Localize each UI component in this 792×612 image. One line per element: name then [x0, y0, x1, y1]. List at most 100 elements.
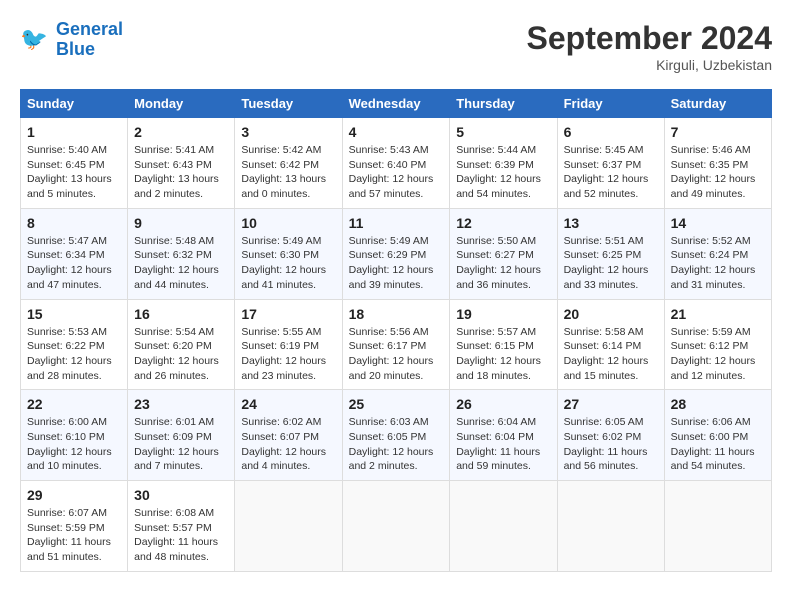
day-detail: Sunrise: 5:52 AM Sunset: 6:24 PM Dayligh… — [671, 234, 765, 293]
day-detail: Sunrise: 6:00 AM Sunset: 6:10 PM Dayligh… — [27, 415, 121, 474]
table-cell: 4 Sunrise: 5:43 AM Sunset: 6:40 PM Daylig… — [342, 118, 450, 209]
day-number: 16 — [134, 306, 228, 322]
day-number: 10 — [241, 215, 335, 231]
day-detail: Sunrise: 6:03 AM Sunset: 6:05 PM Dayligh… — [349, 415, 444, 474]
col-wednesday: Wednesday — [342, 90, 450, 118]
logo: 🐦 General Blue — [20, 20, 123, 60]
day-number: 19 — [456, 306, 550, 322]
day-detail: Sunrise: 5:45 AM Sunset: 6:37 PM Dayligh… — [564, 143, 658, 202]
day-detail: Sunrise: 5:40 AM Sunset: 6:45 PM Dayligh… — [27, 143, 121, 202]
day-number: 6 — [564, 124, 658, 140]
location-subtitle: Kirguli, Uzbekistan — [527, 57, 772, 73]
day-number: 5 — [456, 124, 550, 140]
day-number: 15 — [27, 306, 121, 322]
day-number: 12 — [456, 215, 550, 231]
table-cell — [342, 481, 450, 572]
table-cell: 14Sunrise: 5:52 AM Sunset: 6:24 PM Dayli… — [664, 208, 771, 299]
week-row-4: 22Sunrise: 6:00 AM Sunset: 6:10 PM Dayli… — [21, 390, 772, 481]
day-detail: Sunrise: 5:59 AM Sunset: 6:12 PM Dayligh… — [671, 325, 765, 384]
day-detail: Sunrise: 6:02 AM Sunset: 6:07 PM Dayligh… — [241, 415, 335, 474]
logo-icon: 🐦 — [20, 24, 52, 56]
day-number: 1 — [27, 124, 121, 140]
day-detail: Sunrise: 5:47 AM Sunset: 6:34 PM Dayligh… — [27, 234, 121, 293]
day-number: 2 — [134, 124, 228, 140]
week-row-5: 29Sunrise: 6:07 AM Sunset: 5:59 PM Dayli… — [21, 481, 772, 572]
day-number: 27 — [564, 396, 658, 412]
day-number: 29 — [27, 487, 121, 503]
table-cell: 25 Sunrise: 6:03 AM Sunset: 6:05 PM Dayli… — [342, 390, 450, 481]
day-detail: Sunrise: 5:48 AM Sunset: 6:32 PM Dayligh… — [134, 234, 228, 293]
table-cell: 21 Sunrise: 5:59 AM Sunset: 6:12 PM Dayli… — [664, 299, 771, 390]
table-cell: 13Sunrise: 5:51 AM Sunset: 6:25 PM Dayli… — [557, 208, 664, 299]
day-detail: Sunrise: 5:54 AM Sunset: 6:20 PM Dayligh… — [134, 325, 228, 384]
table-cell: 24 Sunrise: 6:02 AM Sunset: 6:07 PM Dayli… — [235, 390, 342, 481]
day-number: 20 — [564, 306, 658, 322]
day-detail: Sunrise: 6:04 AM Sunset: 6:04 PM Dayligh… — [456, 415, 550, 474]
day-detail: Sunrise: 5:53 AM Sunset: 6:22 PM Dayligh… — [27, 325, 121, 384]
day-detail: Sunrise: 6:05 AM Sunset: 6:02 PM Dayligh… — [564, 415, 658, 474]
table-cell: 11 Sunrise: 5:49 AM Sunset: 6:29 PM Dayli… — [342, 208, 450, 299]
col-tuesday: Tuesday — [235, 90, 342, 118]
day-number: 26 — [456, 396, 550, 412]
table-cell: 1 Sunrise: 5:40 AM Sunset: 6:45 PM Daylig… — [21, 118, 128, 209]
week-row-3: 15 Sunrise: 5:53 AM Sunset: 6:22 PM Dayli… — [21, 299, 772, 390]
col-sunday: Sunday — [21, 90, 128, 118]
table-cell — [557, 481, 664, 572]
day-number: 23 — [134, 396, 228, 412]
day-number: 11 — [349, 215, 444, 231]
table-cell: 18Sunrise: 5:56 AM Sunset: 6:17 PM Dayli… — [342, 299, 450, 390]
day-number: 4 — [349, 124, 444, 140]
day-detail: Sunrise: 5:44 AM Sunset: 6:39 PM Dayligh… — [456, 143, 550, 202]
calendar-body: 1 Sunrise: 5:40 AM Sunset: 6:45 PM Daylig… — [21, 118, 772, 572]
calendar-table: Sunday Monday Tuesday Wednesday Thursday… — [20, 89, 772, 572]
col-friday: Friday — [557, 90, 664, 118]
day-detail: Sunrise: 5:46 AM Sunset: 6:35 PM Dayligh… — [671, 143, 765, 202]
month-title: September 2024 — [527, 20, 772, 57]
table-cell — [450, 481, 557, 572]
table-cell: 23Sunrise: 6:01 AM Sunset: 6:09 PM Dayli… — [128, 390, 235, 481]
table-cell: 17Sunrise: 5:55 AM Sunset: 6:19 PM Dayli… — [235, 299, 342, 390]
day-detail: Sunrise: 5:49 AM Sunset: 6:29 PM Dayligh… — [349, 234, 444, 293]
day-number: 30 — [134, 487, 228, 503]
calendar-header-row: Sunday Monday Tuesday Wednesday Thursday… — [21, 90, 772, 118]
table-cell: 15 Sunrise: 5:53 AM Sunset: 6:22 PM Dayli… — [21, 299, 128, 390]
table-cell: 2 Sunrise: 5:41 AM Sunset: 6:43 PM Daylig… — [128, 118, 235, 209]
day-number: 13 — [564, 215, 658, 231]
table-cell: 9 Sunrise: 5:48 AM Sunset: 6:32 PM Daylig… — [128, 208, 235, 299]
table-cell — [235, 481, 342, 572]
day-detail: Sunrise: 5:57 AM Sunset: 6:15 PM Dayligh… — [456, 325, 550, 384]
day-number: 21 — [671, 306, 765, 322]
day-detail: Sunrise: 5:42 AM Sunset: 6:42 PM Dayligh… — [241, 143, 335, 202]
table-cell: 3 Sunrise: 5:42 AM Sunset: 6:42 PM Daylig… — [235, 118, 342, 209]
day-number: 3 — [241, 124, 335, 140]
table-cell: 8 Sunrise: 5:47 AM Sunset: 6:34 PM Daylig… — [21, 208, 128, 299]
day-detail: Sunrise: 5:43 AM Sunset: 6:40 PM Dayligh… — [349, 143, 444, 202]
col-monday: Monday — [128, 90, 235, 118]
day-number: 8 — [27, 215, 121, 231]
day-number: 18 — [349, 306, 444, 322]
svg-text:🐦: 🐦 — [20, 26, 48, 51]
table-cell: 19 Sunrise: 5:57 AM Sunset: 6:15 PM Dayli… — [450, 299, 557, 390]
day-detail: Sunrise: 5:49 AM Sunset: 6:30 PM Dayligh… — [241, 234, 335, 293]
day-number: 25 — [349, 396, 444, 412]
table-cell: 20Sunrise: 5:58 AM Sunset: 6:14 PM Dayli… — [557, 299, 664, 390]
table-cell: 30Sunrise: 6:08 AM Sunset: 5:57 PM Dayli… — [128, 481, 235, 572]
day-number: 9 — [134, 215, 228, 231]
col-thursday: Thursday — [450, 90, 557, 118]
table-cell: 27 Sunrise: 6:05 AM Sunset: 6:02 PM Dayli… — [557, 390, 664, 481]
week-row-2: 8 Sunrise: 5:47 AM Sunset: 6:34 PM Daylig… — [21, 208, 772, 299]
table-cell: 16 Sunrise: 5:54 AM Sunset: 6:20 PM Dayli… — [128, 299, 235, 390]
day-detail: Sunrise: 5:41 AM Sunset: 6:43 PM Dayligh… — [134, 143, 228, 202]
table-cell: 10 Sunrise: 5:49 AM Sunset: 6:30 PM Dayli… — [235, 208, 342, 299]
table-cell: 26 Sunrise: 6:04 AM Sunset: 6:04 PM Dayli… — [450, 390, 557, 481]
day-number: 24 — [241, 396, 335, 412]
page-header: 🐦 General Blue September 2024 Kirguli, U… — [20, 20, 772, 73]
day-number: 7 — [671, 124, 765, 140]
table-cell: 28Sunrise: 6:06 AM Sunset: 6:00 PM Dayli… — [664, 390, 771, 481]
title-block: September 2024 Kirguli, Uzbekistan — [527, 20, 772, 73]
day-number: 28 — [671, 396, 765, 412]
table-cell: 29Sunrise: 6:07 AM Sunset: 5:59 PM Dayli… — [21, 481, 128, 572]
table-cell: 5 Sunrise: 5:44 AM Sunset: 6:39 PM Daylig… — [450, 118, 557, 209]
table-cell: 22Sunrise: 6:00 AM Sunset: 6:10 PM Dayli… — [21, 390, 128, 481]
logo-text: General Blue — [56, 20, 123, 60]
